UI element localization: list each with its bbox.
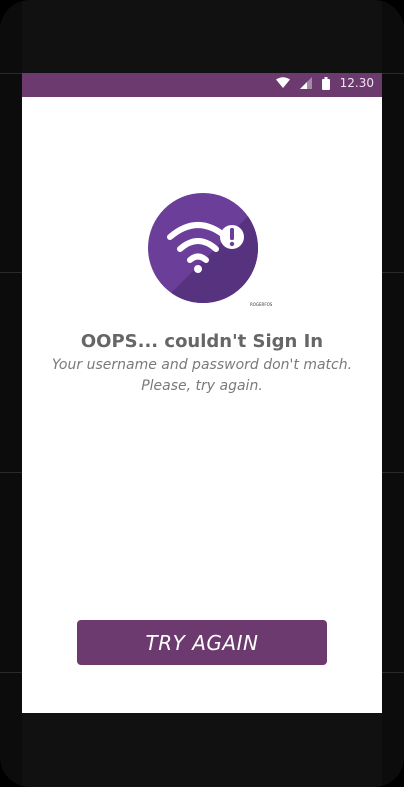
battery-icon [321, 76, 330, 90]
error-message-line: Your username and password don't match. [51, 357, 353, 373]
wifi-error-icon [148, 193, 258, 303]
error-message-line: Please, try again. [141, 378, 263, 394]
status-time: 12.30 [339, 76, 374, 90]
try-again-button[interactable]: TRY AGAIN [77, 620, 327, 665]
phone-frame: 12.30 ROGERFOS OOPS... couldn't Sign In … [0, 0, 404, 787]
hero-caption: ROGERFOS [250, 302, 273, 307]
try-again-label: TRY AGAIN [145, 630, 259, 655]
app-screen: 12.30 ROGERFOS OOPS... couldn't Sign In … [22, 73, 382, 713]
error-title: OOPS... couldn't Sign In [80, 331, 324, 352]
status-icons: 12.30 [275, 76, 374, 90]
wifi-icon [275, 77, 290, 89]
error-message: Your username and password don't match. … [22, 355, 382, 397]
phone-left-edge [0, 0, 22, 787]
signal-icon [299, 77, 312, 89]
status-bar: 12.30 [22, 73, 382, 97]
phone-right-edge [382, 0, 404, 787]
